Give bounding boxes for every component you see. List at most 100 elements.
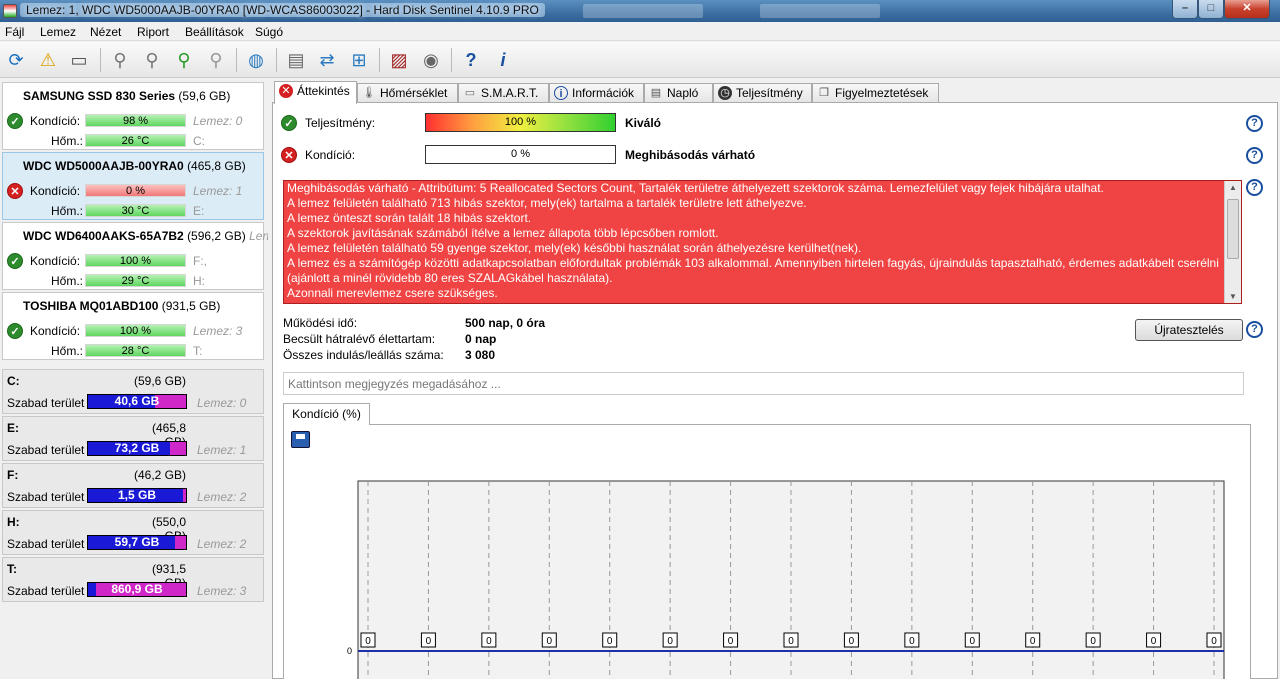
data-label: 0 [970, 636, 976, 647]
usb-disk-2-icon[interactable]: ⚲ [139, 47, 165, 73]
data-label: 0 [1090, 636, 1096, 647]
speaker-icon[interactable]: ◉ [418, 47, 444, 73]
chart-monitor-icon[interactable]: ▨ [386, 47, 412, 73]
warning-icon[interactable]: ⚠ [35, 47, 61, 73]
disk-item[interactable]: SAMSUNG SSD 830 Series (59,6 GB) ✓ Kondí… [2, 82, 264, 150]
disk-size: (931,5 GB) [161, 299, 221, 313]
volume-item[interactable]: T: (931,5 GB) Szabad terület 860,9 GB Le… [2, 557, 264, 602]
maximize-button[interactable]: □ [1198, 0, 1224, 19]
condition-bar: 100 % [85, 324, 186, 337]
alert-line: A szektorok javításának számából ítélve … [287, 226, 719, 240]
tab-label: Teljesítmény [736, 86, 803, 100]
data-label: 0 [728, 636, 734, 647]
title-bar: Lemez: 1, WDC WD5000AAJB-00YRA0 [WD-WCAS… [0, 0, 1280, 22]
alert-message-box[interactable]: Meghibásodás várható - Attribútum: 5 Rea… [283, 180, 1242, 304]
volume-item[interactable]: E: (465,8 GB) Szabad terület 73,2 GB Lem… [2, 416, 264, 461]
volume-disk: Lemez: 2 [197, 537, 247, 551]
minimize-button[interactable]: – [1172, 0, 1198, 19]
usb-disk-ok-icon[interactable]: ⚲ [171, 47, 197, 73]
menu-help[interactable]: Súgó [255, 25, 283, 39]
performance-label: Teljesítmény: [305, 116, 376, 130]
disk-name: WDC WD5000AAJB-00YRA0 [23, 159, 184, 173]
toolbar-separator [379, 48, 380, 72]
drive-letters: E: [193, 204, 205, 218]
menu-view[interactable]: Nézet [90, 25, 121, 39]
disk-item[interactable]: WDC WD6400AAKS-65A7B2 (596,2 GB) Len ✓ K… [2, 222, 269, 290]
alert-line: A lemez önteszt során talált 18 hibás sz… [287, 211, 532, 225]
network-icon[interactable]: ⊞ [346, 47, 372, 73]
alert-scrollbar[interactable]: ▲ ▼ [1224, 181, 1241, 303]
data-label: 0 [849, 636, 855, 647]
scroll-down-arrow-icon[interactable]: ▼ [1229, 292, 1237, 301]
help-icon[interactable]: ? [458, 47, 484, 73]
tab-label: Hőmérséklet [380, 86, 448, 100]
window-title: Lemez: 1, WDC WD5000AAJB-00YRA0 [WD-WCAS… [20, 3, 545, 17]
data-label: 0 [788, 636, 794, 647]
volume-item[interactable]: C: (59,6 GB) Szabad terület 40,6 GB Leme… [2, 369, 264, 414]
tab-information[interactable]: i Információk [549, 83, 644, 103]
alert-line: A lemez felületén található 713 hibás sz… [287, 196, 807, 210]
error-icon: ✕ [279, 84, 293, 98]
disk-list-panel: SAMSUNG SSD 830 Series (59,6 GB) ✓ Kondí… [0, 79, 269, 679]
disk-item[interactable]: TOSHIBA MQ01ABD100 (931,5 GB) ✓ Kondíció… [2, 292, 264, 360]
data-label: 0 [486, 636, 492, 647]
error-status-icon: ✕ [7, 183, 23, 199]
tab-alerts[interactable]: ❐ Figyelmeztetések [812, 83, 939, 103]
tab-condition-chart[interactable]: Kondíció (%) [283, 403, 370, 425]
help-icon[interactable]: ? [1246, 179, 1263, 196]
data-label: 0 [365, 636, 371, 647]
disk-name: WDC WD6400AAKS-65A7B2 [23, 229, 184, 243]
ok-status-icon: ✓ [7, 253, 23, 269]
tab-performance[interactable]: ◷ Teljesítmény [713, 83, 812, 103]
volume-letter: H: [7, 515, 20, 529]
volume-letter: E: [7, 421, 19, 435]
disk-size: (59,6 GB) [178, 89, 231, 103]
app-icon [3, 4, 17, 18]
document-icon[interactable]: ▤ [283, 47, 309, 73]
help-icon[interactable]: ? [1246, 115, 1263, 132]
menu-disk[interactable]: Lemez [40, 25, 76, 39]
disk-item-selected[interactable]: WDC WD5000AAJB-00YRA0 (465,8 GB) ✕ Kondí… [2, 152, 264, 220]
condition-label: Kondíció: [30, 114, 81, 128]
note-input[interactable]: Kattintson megjegyzés megadásához ... [283, 372, 1244, 395]
tab-overview[interactable]: ✕ Áttekintés [274, 81, 357, 104]
volume-item[interactable]: F: (46,2 GB) Szabad terület 1,5 GB Lemez… [2, 463, 264, 508]
volume-item[interactable]: H: (550,0 GB) Szabad terület 59,7 GB Lem… [2, 510, 264, 555]
disk-icon[interactable]: ▭ [66, 47, 92, 73]
performance-verdict: Kiváló [625, 116, 662, 130]
disk-name: SAMSUNG SSD 830 Series [23, 89, 176, 103]
condition-label: Kondíció: [30, 254, 81, 268]
alert-line: Azonnali merevlemez csere szükséges. [287, 286, 498, 300]
volume-letter: C: [7, 374, 20, 388]
help-icon[interactable]: ? [1246, 147, 1263, 164]
sync-icon[interactable]: ⇄ [314, 47, 340, 73]
alert-line: Meghibásodás várható - Attribútum: 5 Rea… [287, 181, 1104, 195]
free-space-value: 40,6 GB [114, 394, 160, 408]
scrollbar-thumb[interactable] [1227, 199, 1239, 259]
disk-icon: ▭ [464, 87, 476, 99]
alerts-icon: ❐ [819, 87, 829, 99]
help-icon[interactable]: ? [1246, 321, 1263, 338]
tab-log[interactable]: ▤ Napló [644, 83, 713, 103]
close-button[interactable]: ✕ [1224, 0, 1270, 19]
scroll-up-arrow-icon[interactable]: ▲ [1229, 183, 1237, 192]
free-space-label: Szabad terület [7, 490, 85, 504]
menu-file[interactable]: Fájl [5, 25, 24, 39]
tab-smart[interactable]: ▭ S.M.A.R.T. [458, 83, 549, 103]
tab-temperature[interactable]: 🌡 Hőmérséklet [357, 83, 458, 103]
drive-letters: T: [193, 344, 203, 358]
temperature-bar: 28 °C [85, 344, 186, 357]
menu-settings[interactable]: Beállítások [185, 25, 244, 39]
retest-button[interactable]: Újratesztelés [1135, 319, 1243, 341]
free-space-label: Szabad terület [7, 443, 85, 457]
usb-disk-icon[interactable]: ⚲ [107, 47, 133, 73]
globe-icon[interactable]: ◍ [243, 47, 269, 73]
condition-label: Kondíció: [30, 324, 81, 338]
menu-report[interactable]: Riport [137, 25, 169, 39]
volume-letter: T: [7, 562, 17, 576]
toolbar: ⟳ ⚠ ▭ ⚲ ⚲ ⚲ ⚲ ◍ ▤ ⇄ ⊞ ▨ ◉ ? i [0, 42, 1280, 78]
refresh-icon[interactable]: ⟳ [3, 47, 29, 73]
info-icon[interactable]: i [490, 47, 516, 73]
usb-disk-gray-icon[interactable]: ⚲ [203, 47, 229, 73]
free-space-bar: 73,2 GB [87, 441, 187, 456]
